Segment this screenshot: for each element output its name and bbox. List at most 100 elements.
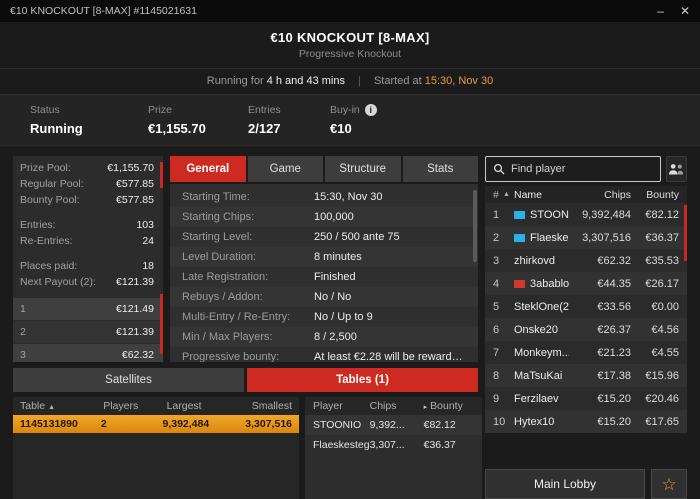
preview-player-row[interactable]: Flaeskesteg 3,307... €36.37: [305, 435, 482, 455]
player-name: MaTsuKai: [514, 369, 563, 382]
player-name: 3abablo...: [514, 278, 569, 290]
detail-label: Starting Chips:: [182, 211, 255, 223]
player-bounty: €26.17: [645, 277, 679, 290]
tables-header-table: Table ▲: [20, 400, 56, 412]
tab-satellites[interactable]: Satellites: [13, 368, 244, 392]
player-row[interactable]: 5 SteklOne(2) €33.56 €0.00: [485, 295, 687, 318]
player-name: Monkeym...: [514, 346, 569, 359]
name-header[interactable]: Name: [514, 189, 569, 201]
player-rank: 1: [493, 208, 500, 221]
minimize-button[interactable]: –: [657, 4, 664, 18]
tables-header-smallest: Smallest: [251, 400, 292, 412]
started-label: Started at: [373, 75, 422, 87]
detail-value: No / No: [314, 291, 352, 303]
player-chips: €44.35: [597, 277, 631, 290]
player-bounty: €35.53: [645, 254, 679, 267]
preview-header: Player Chips ▸ Bounty: [305, 397, 482, 415]
regular-pool-label: Regular Pool:: [20, 178, 84, 190]
bounty-header[interactable]: Bounty: [631, 189, 679, 201]
sort-asc-icon: ▲: [48, 404, 56, 411]
player-bounty: €0.00: [651, 300, 679, 313]
preview-header-player: Player: [313, 400, 343, 412]
scrollbar-thumb[interactable]: [684, 205, 687, 261]
tab-general[interactable]: General: [170, 156, 246, 182]
player-chips: €15.20: [597, 415, 631, 428]
stat-prize: Prize €1,155.70: [148, 104, 248, 136]
detail-value: 8 / 2,500: [314, 331, 357, 343]
sort-asc-icon: ▲: [503, 191, 510, 198]
tab-structure[interactable]: Structure: [325, 156, 401, 182]
player-row[interactable]: 7 Monkeym... €21.23 €4.55: [485, 341, 687, 364]
scrollbar-thumb[interactable]: [160, 294, 163, 354]
payout-amount: €121.49: [116, 303, 154, 315]
tab-tables[interactable]: Tables (1): [247, 368, 478, 392]
chips-header[interactable]: Chips: [569, 189, 631, 201]
search-input[interactable]: [511, 163, 653, 175]
tournament-type: Progressive Knockout: [298, 48, 402, 60]
player-row[interactable]: 8 MaTsuKai €17.38 €15.96: [485, 364, 687, 387]
scrollbar-thumb[interactable]: [473, 190, 477, 262]
player-row[interactable]: 10 Hytex10 €15.20 €17.65: [485, 410, 687, 433]
player-chips: €21.23: [597, 346, 631, 359]
player-row[interactable]: 2 Flaeskes... 3,307,516 €36.37: [485, 226, 687, 249]
table-row[interactable]: 1145131890 2 9,392,484 3,307,516: [13, 415, 299, 433]
re-entries-label: Re-Entries:: [20, 235, 73, 247]
detail-value: 8 minutes: [314, 251, 362, 263]
scrollbar-thumb[interactable]: [160, 162, 163, 188]
payout-place: 1: [20, 303, 26, 315]
next-payout-value: €121.39: [116, 276, 154, 288]
tables-list: Table ▲ Players Largest Smallest 11451318…: [13, 397, 299, 499]
player-row[interactable]: 4 3abablo... €44.35 €26.17: [485, 272, 687, 295]
player-name: SteklOne(2): [514, 300, 569, 313]
entries-label: Entries:: [20, 219, 56, 231]
player-rank: 2: [493, 231, 500, 244]
player-chips: €15.20: [597, 392, 631, 405]
detail-label: Level Duration:: [182, 251, 256, 263]
player-search[interactable]: [485, 156, 661, 182]
payout-amount: €121.39: [116, 326, 154, 338]
stat-status: Status Running: [30, 104, 148, 136]
prize-pool-panel: Prize Pool: €1,155.70 Regular Pool: €577.8…: [13, 156, 163, 362]
player-chips: €17.38: [597, 369, 631, 382]
prize-pool-value: €1,155.70: [107, 162, 154, 174]
players-icon: [669, 164, 684, 175]
tables-list-header: Table ▲ Players Largest Smallest: [13, 397, 299, 415]
player-rank: 5: [493, 300, 500, 313]
preview-player-row[interactable]: STOONIO 9,392... €82.12: [305, 415, 482, 435]
players-list: # ▲ Name Chips Bounty 1 STOONIO 9,392,48…: [485, 186, 687, 433]
detail-label: Late Registration:: [182, 271, 269, 283]
detail-label: Rebuys / Addon:: [182, 291, 263, 303]
stat-buyin-label: Buy-in i: [330, 104, 377, 116]
stat-entries-label: Entries: [248, 104, 281, 116]
re-entries-value: 24: [142, 235, 154, 247]
running-info: Running for 4 h and 43 mins | Started at…: [0, 68, 700, 94]
preview-player-name: Flaeskesteg: [313, 439, 370, 451]
player-bounty: €17.65: [645, 415, 679, 428]
stat-prize-label: Prize: [148, 104, 172, 116]
titlebar: €10 KNOCKOUT [8-MAX] #1145021631 – ✕: [0, 0, 700, 22]
player-chips: 9,392,484: [582, 208, 631, 221]
preview-player-name: STOONIO: [313, 419, 362, 431]
tab-stats[interactable]: Stats: [402, 156, 478, 182]
player-row[interactable]: 1 STOONIO 9,392,484 €82.12: [485, 203, 687, 226]
favorite-button[interactable]: ☆: [651, 469, 687, 499]
player-rank: 6: [493, 323, 500, 336]
player-rank: 4: [493, 277, 500, 290]
detail-label: Multi-Entry / Re-Entry:: [182, 311, 291, 323]
rank-header[interactable]: #: [493, 189, 503, 201]
detail-label: Progressive bounty:: [182, 351, 280, 362]
main-lobby-button[interactable]: Main Lobby: [485, 469, 645, 499]
player-row[interactable]: 6 Onske20 €26.37 €4.56: [485, 318, 687, 341]
info-icon[interactable]: i: [364, 104, 377, 116]
preview-header-chips: Chips: [369, 400, 397, 412]
table-id: 1145131890: [20, 418, 78, 430]
bounty-pool-label: Bounty Pool:: [20, 194, 80, 206]
tab-game[interactable]: Game: [247, 156, 323, 182]
close-button[interactable]: ✕: [680, 4, 690, 18]
player-bounty: €20.46: [645, 392, 679, 405]
player-row[interactable]: 3 zhirkovd €62.32 €35.53: [485, 249, 687, 272]
players-filter-button[interactable]: [666, 156, 687, 182]
entries-value: 103: [136, 219, 154, 231]
content: Prize Pool: €1,155.70 Regular Pool: €577.8…: [0, 148, 700, 499]
player-row[interactable]: 9 Ferzilaev €15.20 €20.46: [485, 387, 687, 410]
